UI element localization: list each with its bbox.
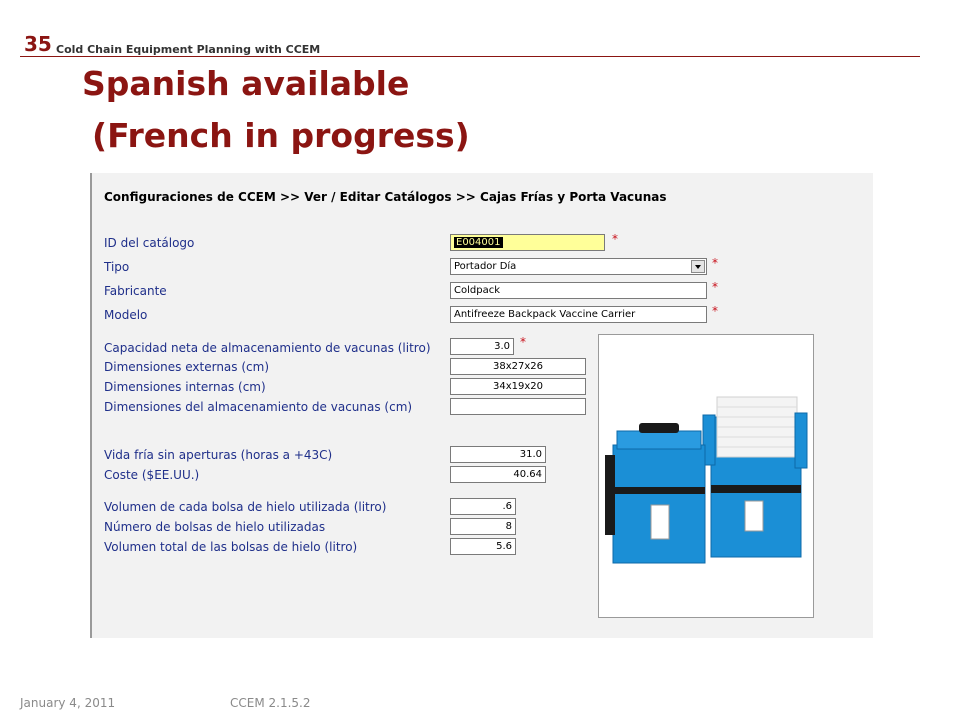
slide-number: 35 [24,32,52,56]
net-capacity-field[interactable]: 3.0 [450,338,514,355]
catalog-id-value: E004001 [454,237,503,248]
breadcrumb: Configuraciones de CCEM >> Ver / Editar … [104,190,667,204]
internal-dimensions-label: Dimensiones internas (cm) [104,380,266,394]
cost-field[interactable]: 40.64 [450,466,546,483]
cold-life-field[interactable]: 31.0 [450,446,546,463]
footer-date: January 4, 2011 [20,696,116,710]
storage-dimensions-field[interactable] [450,398,586,415]
model-field[interactable]: Antifreeze Backpack Vaccine Carrier [450,306,707,323]
vaccine-carrier-image [605,396,808,564]
slide-title-line-1: Spanish available [82,64,410,103]
manufacturer-label: Fabricante [104,284,167,298]
required-marker: * [712,304,718,318]
model-label: Modelo [104,308,148,322]
chevron-down-icon[interactable] [691,260,705,273]
product-image-frame [598,334,814,618]
type-label: Tipo [104,260,130,274]
net-capacity-label: Capacidad neta de almacenamiento de vacu… [104,341,431,355]
slide-header-title: Cold Chain Equipment Planning with CCEM [56,43,321,56]
cold-life-label: Vida fría sin aperturas (horas a +43C) [104,448,333,462]
slide-title-line-2: (French in progress) [92,116,470,155]
type-select[interactable]: Portador Día [450,258,707,275]
ice-pack-count-label: Número de bolsas de hielo utilizadas [104,520,326,534]
storage-dimensions-label: Dimensiones del almacenamiento de vacuna… [104,400,413,414]
catalog-id-label: ID del catálogo [104,236,195,250]
external-dimensions-label: Dimensiones externas (cm) [104,360,269,374]
ice-pack-volume-field[interactable]: .6 [450,498,516,515]
catalog-id-field[interactable]: E004001 [450,234,605,251]
cost-label: Coste ($EE.UU.) [104,468,200,482]
ice-pack-total-field[interactable]: 5.6 [450,538,516,555]
ice-pack-count-field[interactable]: 8 [450,518,516,535]
ice-pack-volume-label: Volumen de cada bolsa de hielo utilizada… [104,500,387,514]
external-dimensions-field[interactable]: 38x27x26 [450,358,586,375]
internal-dimensions-field[interactable]: 34x19x20 [450,378,586,395]
required-marker: * [612,232,618,246]
required-marker: * [712,280,718,294]
ice-pack-total-label: Volumen total de las bolsas de hielo (li… [104,540,358,554]
required-marker: * [520,335,526,349]
header-divider [20,56,920,57]
required-marker: * [712,256,718,270]
manufacturer-field[interactable]: Coldpack [450,282,707,299]
footer-version: CCEM 2.1.5.2 [230,696,311,710]
type-value: Portador Día [454,261,517,272]
